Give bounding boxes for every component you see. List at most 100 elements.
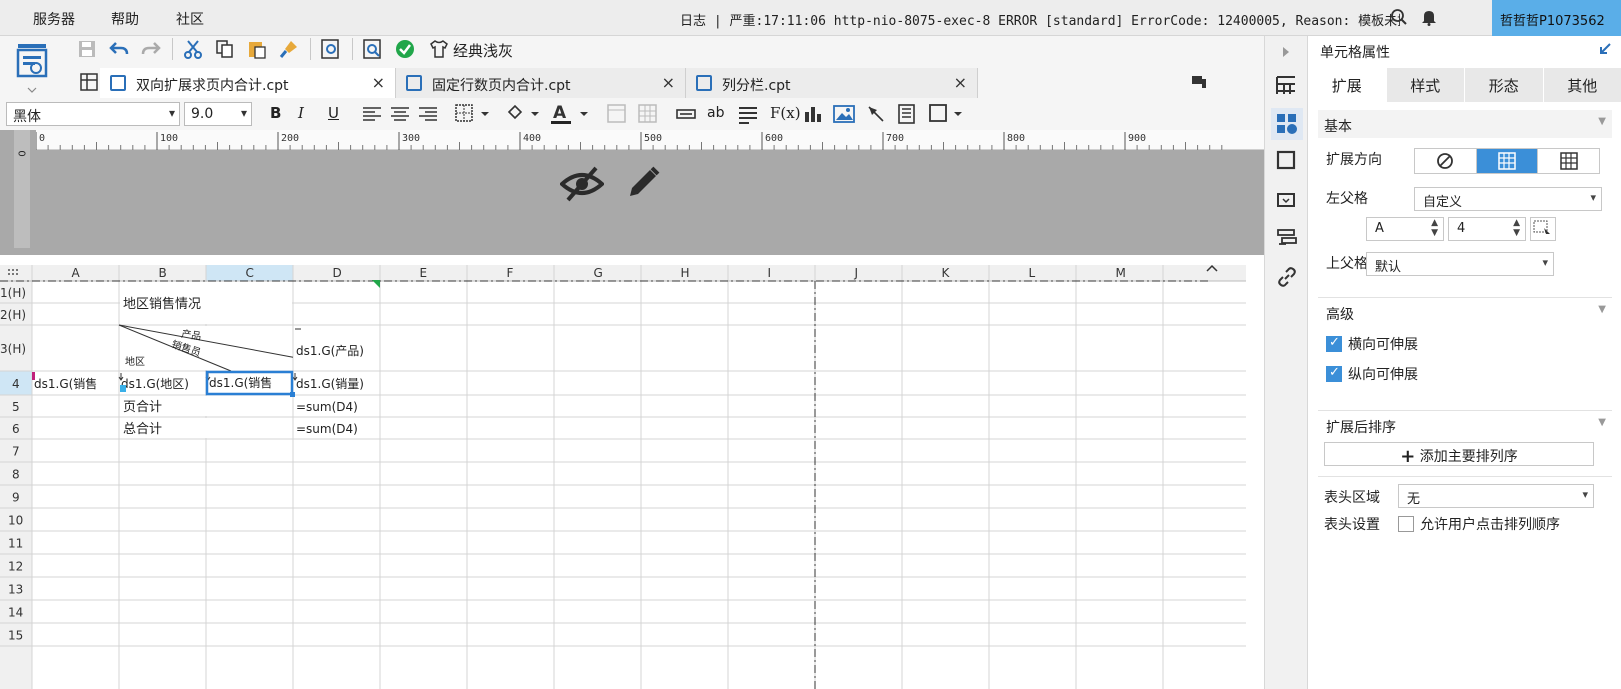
pin-arrow-icon[interactable] xyxy=(1598,42,1612,60)
left-parent-row-input[interactable]: 4 ▲ ▼ xyxy=(1448,217,1526,241)
bold-button[interactable]: B xyxy=(270,104,281,122)
allow-sort-checkbox[interactable]: 允许用户点击排列顺序 xyxy=(1398,514,1560,534)
check-icon[interactable] xyxy=(394,38,416,60)
section-basic[interactable]: 基本 ▼ xyxy=(1318,110,1612,138)
panel-tabs: 扩展 样式 形态 其他 xyxy=(1308,68,1621,102)
fill-handle[interactable] xyxy=(290,392,295,397)
close-icon[interactable]: × xyxy=(372,73,385,92)
theme-label[interactable]: 经典浅灰 xyxy=(453,40,513,61)
eye-off-icon[interactable] xyxy=(559,164,605,208)
stepper-icon[interactable]: ▲ ▼ xyxy=(1513,218,1520,238)
align-right-icon[interactable] xyxy=(418,106,438,126)
theme-shirt-icon[interactable] xyxy=(428,38,450,60)
tab-label: 双向扩展求页内合计.cpt xyxy=(136,78,289,94)
header-area-select[interactable]: 无 ▾ xyxy=(1398,484,1594,508)
log-label: 日志 xyxy=(680,14,707,29)
merged-diagonal-cell[interactable] xyxy=(120,326,292,370)
format-painter-icon[interactable] xyxy=(278,38,300,60)
form-layout-icon[interactable] xyxy=(1275,74,1297,100)
frame-icon[interactable] xyxy=(1276,150,1296,174)
row-header: 13 xyxy=(8,583,23,597)
align-center-icon[interactable] xyxy=(390,106,410,126)
italic-button[interactable]: I xyxy=(298,104,304,122)
underline-button[interactable]: U xyxy=(328,104,339,122)
svg-text:A: A xyxy=(553,103,567,123)
up-parent-select[interactable]: 默认 ▾ xyxy=(1366,252,1554,276)
preview-icon[interactable] xyxy=(320,38,342,60)
border-icon[interactable] xyxy=(455,104,491,128)
image-icon[interactable] xyxy=(833,104,855,128)
cell-attr-icon[interactable] xyxy=(1271,108,1303,140)
checkbox-checked[interactable] xyxy=(1326,365,1342,382)
tab-file-3[interactable]: 列分栏.cpt × xyxy=(686,68,978,98)
rich-text-icon[interactable] xyxy=(738,106,758,128)
grip-dot xyxy=(12,273,14,275)
column-header: M xyxy=(1116,266,1126,280)
ab-button[interactable]: ab xyxy=(707,105,724,121)
expand-right-icon[interactable] xyxy=(1281,46,1291,62)
grip-dot xyxy=(8,269,10,271)
formula-button[interactable]: F(x) xyxy=(770,104,801,122)
cell-element-icon[interactable] xyxy=(928,103,964,129)
close-icon[interactable]: × xyxy=(662,73,675,92)
tab-file-1[interactable]: 双向扩展求页内合计.cpt × xyxy=(100,68,396,98)
add-sort-button[interactable]: + 添加主要排列序 xyxy=(1324,442,1594,467)
slash-icon[interactable] xyxy=(866,104,886,128)
subreport-icon[interactable] xyxy=(897,104,917,128)
left-parent-col-input[interactable]: A ▲ ▼ xyxy=(1366,217,1444,241)
redo-icon[interactable] xyxy=(140,38,162,60)
copy-icon[interactable] xyxy=(214,38,236,60)
cut-icon[interactable] xyxy=(182,38,204,60)
stepper-icon[interactable]: ▲ ▼ xyxy=(1431,218,1438,238)
tab-list-icon[interactable] xyxy=(1190,74,1208,94)
section-sort[interactable]: 扩展后排序 ▼ xyxy=(1318,410,1612,438)
user-button[interactable]: 哲哲哲P1073562 xyxy=(1492,0,1621,36)
horizontal-expand-icon[interactable] xyxy=(1538,149,1599,173)
chart-icon[interactable] xyxy=(803,104,823,128)
vertical-ruler-track xyxy=(14,130,30,248)
tab-form[interactable]: 形态 xyxy=(1465,68,1544,102)
search-icon[interactable] xyxy=(1390,8,1408,30)
split-cells-icon[interactable] xyxy=(638,104,658,128)
left-parent-select[interactable]: 自定义 ▾ xyxy=(1414,187,1602,211)
menu-help[interactable]: 帮助 xyxy=(111,9,139,29)
h-expandable-checkbox[interactable]: 横向可伸展 xyxy=(1326,334,1418,354)
row-header: 12 xyxy=(8,560,23,574)
no-expand-icon[interactable] xyxy=(1415,149,1477,173)
merge-cells-icon[interactable] xyxy=(607,104,627,128)
pick-cell-icon[interactable] xyxy=(1530,217,1556,241)
spreadsheet-grid[interactable]: A B C D E F G H I J K L M 1(H) 2(H) 3(H) 4 5 6 7 8 9 10 11 12 13 1… xyxy=(0,265,1246,689)
fill-color-icon[interactable] xyxy=(505,104,541,128)
log-line[interactable]: 日志 | 严重:17:11:06 http-nio-8075-exec-8 ER… xyxy=(680,10,1400,29)
checkbox-checked[interactable] xyxy=(1326,335,1342,352)
font-color-icon[interactable]: A xyxy=(550,102,590,130)
menu-server[interactable]: 服务器 xyxy=(33,9,75,29)
search-doc-icon[interactable] xyxy=(362,38,384,60)
font-family-select[interactable]: 黑体 ▾ xyxy=(6,102,180,126)
collapse-up-icon[interactable] xyxy=(1204,262,1224,278)
menu-community[interactable]: 社区 xyxy=(176,9,204,29)
align-left-icon[interactable] xyxy=(362,106,382,126)
tab-other[interactable]: 其他 xyxy=(1544,68,1621,102)
save-icon[interactable] xyxy=(76,38,98,60)
close-icon[interactable]: × xyxy=(954,73,967,92)
edit-pencil-icon[interactable] xyxy=(622,164,662,208)
undo-icon[interactable] xyxy=(108,38,130,60)
tab-file-2[interactable]: 固定行数页内合计.cpt × xyxy=(396,68,686,98)
tab-style[interactable]: 样式 xyxy=(1387,68,1465,102)
font-size-select[interactable]: 9.0 ▾ xyxy=(184,102,252,126)
text-cell-icon[interactable] xyxy=(676,106,696,126)
tab-expand[interactable]: 扩展 xyxy=(1308,68,1387,102)
template-icon[interactable] xyxy=(8,40,58,102)
widget-icon[interactable] xyxy=(1276,190,1296,214)
paste-icon[interactable] xyxy=(246,38,268,60)
bell-icon[interactable] xyxy=(1420,8,1438,30)
condition-icon[interactable] xyxy=(1276,228,1298,252)
v-expandable-checkbox[interactable]: 纵向可伸展 xyxy=(1326,364,1418,384)
link-icon[interactable] xyxy=(1276,266,1298,292)
vertical-expand-icon[interactable] xyxy=(1476,149,1539,173)
chevron-down-icon: ▼ xyxy=(1598,116,1606,127)
section-advanced[interactable]: 高级 ▼ xyxy=(1318,297,1612,325)
grid-menu-icon[interactable] xyxy=(78,68,100,98)
checkbox-unchecked[interactable] xyxy=(1398,516,1414,532)
